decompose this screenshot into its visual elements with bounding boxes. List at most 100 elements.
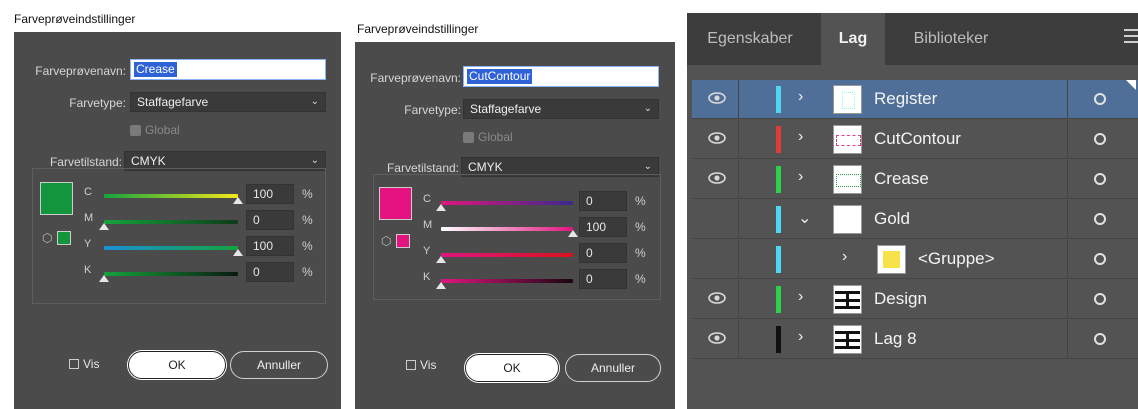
column-divider: [738, 280, 739, 318]
percent-label: %: [635, 272, 646, 286]
out-of-gamut-cube-icon: ⬡: [381, 234, 392, 248]
eye-icon[interactable]: [708, 332, 726, 344]
target-circle-icon[interactable]: [1094, 253, 1106, 265]
color-mode-label: Farvetilstand:: [49, 155, 122, 169]
slider-value-input-c[interactable]: 0: [579, 191, 627, 211]
lock-toggle[interactable]: [740, 166, 770, 192]
slider-track-k[interactable]: [441, 279, 573, 283]
slider-track-m[interactable]: [441, 227, 573, 231]
layer-row[interactable]: › Crease: [692, 160, 1138, 199]
color-type-dropdown[interactable]: Staffagefarve ⌄: [463, 99, 659, 119]
color-mode-value: CMYK: [131, 154, 166, 168]
target-circle-icon[interactable]: [1094, 213, 1106, 225]
color-type-label: Farvetype:: [404, 103, 461, 117]
preview-checkbox[interactable]: [69, 359, 79, 369]
swatch-name-input[interactable]: CutContour: [463, 66, 659, 87]
cancel-button[interactable]: Annuller: [565, 354, 661, 382]
chevron-down-icon[interactable]: ⌄: [798, 208, 811, 228]
ok-button[interactable]: OK: [128, 351, 226, 379]
cancel-button[interactable]: Annuller: [230, 351, 328, 379]
eye-icon[interactable]: [708, 292, 726, 304]
color-type-dropdown[interactable]: Staffagefarve ⌄: [130, 92, 326, 112]
tab-label: Biblioteker: [913, 30, 989, 47]
column-divider: [1067, 320, 1068, 358]
layer-row[interactable]: › Design: [692, 280, 1138, 319]
chevron-right-icon[interactable]: ›: [798, 168, 803, 186]
slider-value-input-c[interactable]: 100: [246, 184, 294, 204]
layer-row[interactable]: ⌄ Gold: [692, 200, 1138, 239]
lock-toggle[interactable]: [740, 246, 770, 272]
slider-thumb-m[interactable]: [568, 230, 578, 237]
global-checkbox[interactable]: [130, 125, 141, 136]
tab-lag[interactable]: Lag: [821, 13, 885, 65]
chevron-right-icon[interactable]: ›: [798, 328, 803, 346]
color-mode-label: Farvetilstand:: [386, 161, 459, 175]
slider-value-input-y[interactable]: 100: [246, 236, 294, 256]
slider-track-y[interactable]: [441, 253, 573, 257]
column-divider: [738, 120, 739, 158]
chevron-down-icon: ⌄: [643, 103, 652, 114]
preview-checkbox[interactable]: [406, 360, 416, 370]
eye-icon[interactable]: [708, 172, 726, 184]
eye-icon[interactable]: [708, 92, 726, 104]
target-circle-icon[interactable]: [1094, 333, 1106, 345]
lock-toggle[interactable]: [740, 126, 770, 152]
chevron-right-icon[interactable]: ›: [798, 88, 803, 106]
column-divider: [1067, 240, 1068, 278]
layer-name: <Gruppe>: [918, 249, 995, 268]
tab-egenskaber[interactable]: Egenskaber: [687, 13, 813, 65]
target-circle-icon[interactable]: [1094, 293, 1106, 305]
slider-thumb-k[interactable]: [99, 275, 109, 282]
layer-row[interactable]: › Register: [692, 80, 1138, 119]
lock-toggle[interactable]: [740, 86, 770, 112]
lock-toggle[interactable]: [740, 326, 770, 352]
chevron-right-icon[interactable]: ›: [798, 288, 803, 306]
slider-thumb-k[interactable]: [436, 282, 446, 289]
slider-value-input-m[interactable]: 100: [579, 217, 627, 237]
slider-track-k[interactable]: [104, 272, 238, 276]
slider-value-input-k[interactable]: 0: [246, 262, 294, 282]
chevron-right-icon[interactable]: ›: [798, 128, 803, 146]
slider-value-input-k[interactable]: 0: [579, 269, 627, 289]
column-divider: [1067, 80, 1068, 118]
global-checkbox[interactable]: [463, 132, 474, 143]
ok-button[interactable]: OK: [465, 354, 559, 382]
panel-menu-icon[interactable]: [1124, 29, 1138, 47]
layer-name: Crease: [874, 169, 929, 188]
eye-icon[interactable]: [708, 132, 726, 144]
slider-value-input-m[interactable]: 0: [246, 210, 294, 230]
slider-thumb-y[interactable]: [436, 256, 446, 263]
swatch-name-input[interactable]: Crease: [130, 59, 326, 80]
slider-thumb-c[interactable]: [233, 197, 243, 204]
column-divider: [1067, 280, 1068, 318]
target-circle-icon[interactable]: [1094, 173, 1106, 185]
target-circle-icon[interactable]: [1094, 133, 1106, 145]
slider-thumb-m[interactable]: [99, 223, 109, 230]
slider-thumb-y[interactable]: [233, 249, 243, 256]
tab-biblioteker[interactable]: Biblioteker: [891, 13, 1011, 65]
layer-row[interactable]: › Lag 8: [692, 320, 1138, 359]
color-mode-value: CMYK: [468, 160, 503, 174]
slider-thumb-c[interactable]: [436, 204, 446, 211]
gamut-swatch[interactable]: [396, 234, 410, 248]
slider-track-y[interactable]: [104, 246, 238, 250]
column-divider: [738, 80, 739, 118]
layer-name: Lag 8: [874, 329, 917, 348]
layer-row[interactable]: › CutContour: [692, 120, 1138, 159]
slider-track-m[interactable]: [104, 220, 238, 224]
swatch-name-label: Farveprøvenavn:: [35, 64, 126, 78]
layer-color-indicator: [776, 246, 781, 273]
panel-tab-bar: Egenskaber Lag Biblioteker: [687, 13, 1138, 65]
layer-row[interactable]: › <Gruppe>: [692, 240, 1138, 279]
slider-track-c[interactable]: [104, 194, 238, 198]
lock-toggle[interactable]: [740, 286, 770, 312]
target-circle-icon[interactable]: [1094, 93, 1106, 105]
visibility-toggle[interactable]: [702, 206, 730, 232]
visibility-toggle[interactable]: [702, 246, 730, 272]
chevron-right-icon[interactable]: ›: [842, 248, 847, 266]
slider-value-input-y[interactable]: 0: [579, 243, 627, 263]
gamut-swatch[interactable]: [57, 231, 71, 245]
lock-toggle[interactable]: [740, 206, 770, 232]
slider-track-c[interactable]: [441, 201, 573, 205]
layer-thumbnail: [833, 85, 862, 114]
